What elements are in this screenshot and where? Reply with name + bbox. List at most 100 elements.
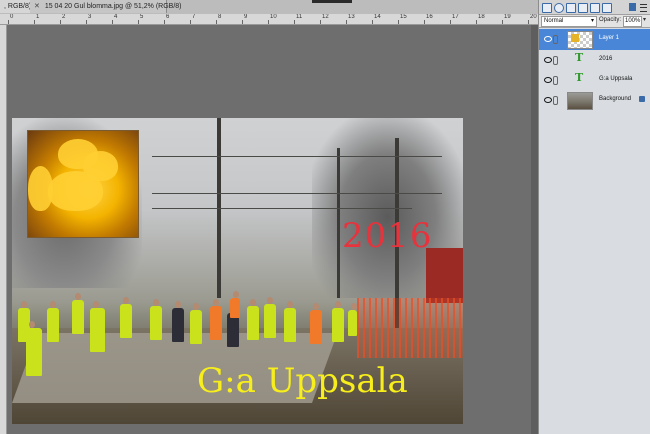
eye-icon[interactable] <box>544 36 552 42</box>
ruler-tick <box>450 20 451 24</box>
orange-fence <box>357 298 463 358</box>
ruler-number: 3 <box>88 14 92 20</box>
ruler-tick <box>242 20 243 24</box>
document-tab-bar: , RGB/8) * ✕ 15 04 20 Gul blomma.jpg @ 5… <box>0 0 538 15</box>
eye-icon[interactable] <box>544 97 552 103</box>
canvas-scrollbar[interactable] <box>531 25 538 434</box>
chevron-down-icon: ▾ <box>590 18 594 24</box>
layers-toolbar <box>539 0 650 15</box>
ruler-tick <box>216 20 217 24</box>
walker <box>90 301 105 352</box>
layer-name: 2016 <box>599 56 613 62</box>
ruler-number: 14 <box>374 14 381 20</box>
fx-icon[interactable] <box>590 3 600 13</box>
walker <box>264 297 276 338</box>
text-layer-icon: T <box>575 71 584 84</box>
ruler-tick <box>424 20 425 24</box>
ruler-tick <box>60 20 61 24</box>
ruler-number: 17 <box>452 14 459 20</box>
walker <box>227 306 239 347</box>
opacity-value: 100% <box>625 18 641 24</box>
horizontal-ruler: 0 1 2 3 4 5 6 7 8 9 10 11 12 13 14 15 16 17 18 19 20 <box>0 14 538 25</box>
lock-icon[interactable] <box>639 96 645 102</box>
walker <box>47 301 59 342</box>
ruler-number: 9 <box>244 14 248 20</box>
mask-icon[interactable] <box>566 3 576 13</box>
ruler-tick <box>502 20 503 24</box>
ruler-tick <box>8 20 9 24</box>
text-ga-uppsala[interactable]: G:a Uppsala <box>197 361 408 401</box>
tab-label: 15 04 20 Gul blomma.jpg @ 51,2% (RGB/8) <box>44 3 182 10</box>
ruler-tick <box>164 20 165 24</box>
walker <box>190 303 202 344</box>
power-line <box>152 193 442 194</box>
walker <box>284 301 296 342</box>
layer-thumbnail <box>567 31 593 49</box>
layer-row-layer-1[interactable]: Layer 1 <box>539 29 650 50</box>
vertical-ruler <box>0 25 7 434</box>
link-icon[interactable] <box>578 3 588 13</box>
tab-gul-blomma[interactable]: ✕ 15 04 20 Gul blomma.jpg @ 51,2% (RGB/8… <box>30 0 182 13</box>
flower-layer-image[interactable] <box>27 130 139 238</box>
link-icon <box>553 35 558 44</box>
eye-icon[interactable] <box>544 77 552 83</box>
ruler-number: 0 <box>10 14 14 20</box>
opacity-field[interactable]: 100% <box>623 16 642 27</box>
ruler-number: 8 <box>218 14 222 20</box>
layer-name: Background <box>599 96 632 102</box>
document-image[interactable]: 2016 G:a Uppsala <box>12 118 463 424</box>
canvas-area[interactable]: 2016 G:a Uppsala <box>7 25 538 434</box>
text-2016[interactable]: 2016 <box>342 216 433 256</box>
walker <box>172 301 184 342</box>
walker <box>210 299 222 340</box>
chevron-down-icon[interactable]: ▾ <box>643 16 646 23</box>
tab-current-document[interactable]: , RGB/8) * <box>0 0 36 13</box>
walker <box>26 321 42 376</box>
walker <box>150 299 162 340</box>
new-layer-icon[interactable] <box>542 3 552 13</box>
ruler-tick <box>268 20 269 24</box>
ruler-number: 16 <box>426 14 433 20</box>
ruler-number: 1 <box>36 14 40 20</box>
ruler-tick <box>112 20 113 24</box>
layers-panel: Normal ▾ Opacity: 100% ▾ Layer 1 T 2016 … <box>538 0 650 434</box>
ruler-number: 15 <box>400 14 407 20</box>
layer-row-ga-uppsala[interactable]: T G:a Uppsala <box>539 70 650 91</box>
ruler-number: 18 <box>478 14 485 20</box>
close-icon[interactable]: ✕ <box>34 3 40 10</box>
link-icon <box>553 96 558 105</box>
trash-icon[interactable] <box>629 3 636 11</box>
eye-icon[interactable] <box>544 57 552 63</box>
blend-mode-select[interactable]: Normal ▾ <box>541 16 597 27</box>
window-notch <box>312 0 352 3</box>
ruler-number: 11 <box>296 14 303 20</box>
layer-row-2016[interactable]: T 2016 <box>539 50 650 71</box>
ruler-number: 7 <box>192 14 196 20</box>
link-icon <box>553 56 558 65</box>
ruler-tick <box>528 20 529 24</box>
layer-row-background[interactable]: Background <box>539 90 650 111</box>
walker <box>230 291 240 318</box>
walker <box>72 293 84 334</box>
text-layer-icon: T <box>575 51 584 64</box>
menu-icon[interactable] <box>640 4 647 12</box>
walker <box>332 301 344 342</box>
ruler-number: 12 <box>322 14 329 20</box>
layer-name: Layer 1 <box>599 35 620 41</box>
ruler-number: 10 <box>270 14 277 20</box>
adjust-icon[interactable] <box>554 3 564 13</box>
ruler-tick <box>294 20 295 24</box>
ruler-tick <box>138 20 139 24</box>
walker <box>120 297 132 338</box>
ruler-number: 13 <box>348 14 355 20</box>
ruler-tick <box>190 20 191 24</box>
ruler-number: 6 <box>166 14 170 20</box>
opacity-label: Opacity: <box>599 17 622 23</box>
ruler-number: 19 <box>504 14 511 20</box>
blend-mode-value: Normal <box>544 18 564 24</box>
ruler-number: 20 <box>530 14 537 20</box>
layer-options-bar: Normal ▾ Opacity: 100% ▾ <box>539 15 650 28</box>
walker <box>348 303 357 336</box>
lock-icon[interactable] <box>602 3 612 13</box>
ruler-tick <box>346 20 347 24</box>
